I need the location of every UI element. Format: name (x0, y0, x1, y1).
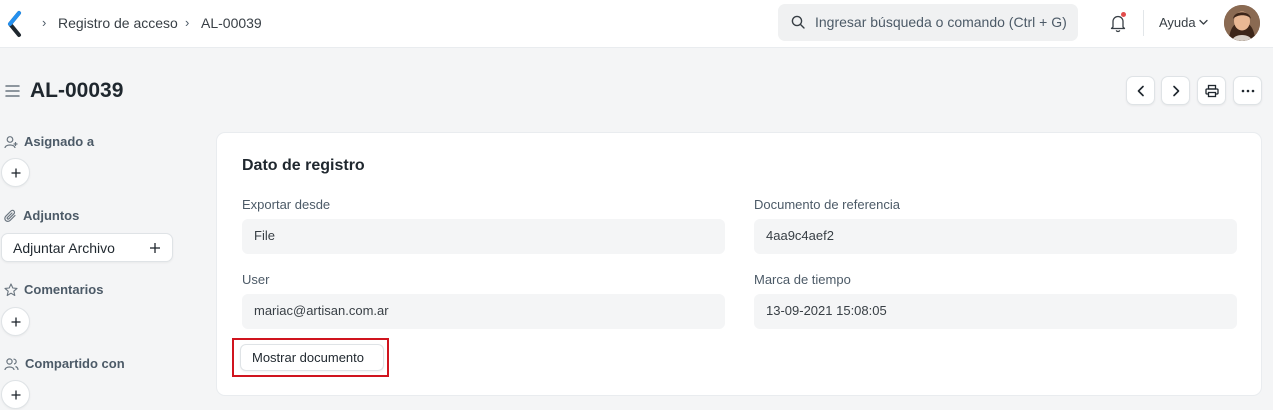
chevron-down-icon[interactable] (1199, 19, 1208, 26)
print-button[interactable] (1197, 76, 1226, 105)
help-menu[interactable]: Ayuda (1159, 15, 1196, 31)
field-label-user: User (242, 272, 270, 287)
comments-label: Comentarios (24, 282, 104, 297)
breadcrumb-separator-icon: › (185, 15, 190, 30)
add-comment-button[interactable] (1, 307, 30, 336)
assigned-to-section: Asignado a (4, 134, 94, 150)
add-share-button[interactable] (1, 380, 30, 409)
navbar: › Registro de acceso › AL-00039 Ingresar… (0, 0, 1273, 48)
timestamp-field[interactable]: 13-09-2021 15:08:05 (754, 294, 1237, 329)
plus-icon (11, 168, 20, 177)
breadcrumb-separator-icon: › (42, 15, 47, 30)
field-label-export-from: Exportar desde (242, 197, 331, 212)
export-from-value: File (254, 228, 275, 243)
attach-file-label: Adjuntar Archivo (13, 240, 115, 256)
search-bar[interactable]: Ingresar búsqueda o comando (Ctrl + G) (778, 4, 1078, 41)
attachments-label: Adjuntos (23, 208, 80, 223)
field-label-timestamp: Marca de tiempo (754, 272, 851, 287)
timestamp-value: 13-09-2021 15:08:05 (766, 303, 887, 318)
previous-doc-button[interactable] (1126, 76, 1155, 105)
paperclip-icon (4, 209, 16, 222)
printer-icon (1204, 84, 1219, 97)
search-icon (791, 15, 805, 29)
page-title: AL-00039 (30, 79, 124, 102)
plus-icon (11, 317, 20, 326)
add-user-icon (4, 136, 18, 149)
app-logo-icon[interactable] (6, 10, 24, 38)
comments-section: Comentarios (4, 282, 103, 298)
navbar-divider (1143, 10, 1144, 36)
plus-icon (11, 390, 20, 399)
user-value: mariac@artisan.com.ar (254, 303, 389, 318)
reference-document-field[interactable]: 4aa9c4aef2 (754, 219, 1237, 254)
shared-with-section: Compartido con (4, 356, 125, 372)
assigned-to-label: Asignado a (24, 134, 95, 149)
section-title: Dato de registro (242, 157, 365, 174)
field-label-reference-document: Documento de referencia (754, 197, 900, 212)
more-icon (1241, 89, 1254, 92)
shared-with-label: Compartido con (25, 356, 125, 371)
search-placeholder: Ingresar búsqueda o comando (Ctrl + G) (815, 14, 1067, 30)
star-icon (4, 283, 18, 297)
chevron-left-icon (1137, 85, 1144, 96)
notification-dot (1121, 12, 1126, 17)
sidebar-toggle-icon[interactable] (5, 84, 20, 98)
next-doc-button[interactable] (1161, 76, 1190, 105)
export-from-field[interactable]: File (242, 219, 725, 254)
user-field[interactable]: mariac@artisan.com.ar (242, 294, 725, 329)
breadcrumb-current-doc[interactable]: AL-00039 (201, 14, 262, 32)
avatar[interactable] (1224, 5, 1260, 41)
users-icon (4, 358, 19, 371)
more-actions-button[interactable] (1233, 76, 1262, 105)
attachments-section: Adjuntos (4, 208, 79, 224)
chevron-right-icon (1172, 85, 1179, 96)
attach-file-button[interactable]: Adjuntar Archivo (1, 233, 173, 262)
breadcrumb-registro-de-acceso[interactable]: Registro de acceso (58, 14, 178, 32)
reference-document-value: 4aa9c4aef2 (766, 228, 834, 243)
avatar-image (1224, 5, 1260, 41)
add-assignee-button[interactable] (1, 158, 30, 187)
plus-icon (150, 243, 160, 253)
highlight-box (232, 338, 389, 377)
